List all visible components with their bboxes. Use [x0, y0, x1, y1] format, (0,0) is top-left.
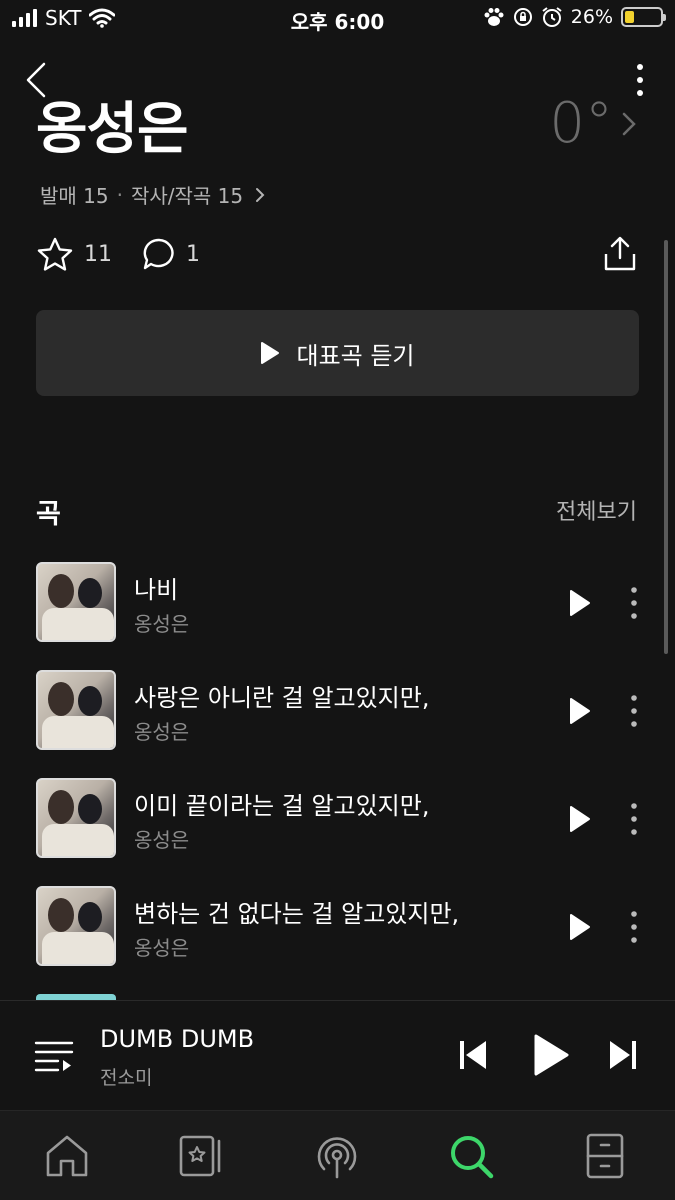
- comment-icon: [143, 238, 174, 270]
- song-list: 나비 옹성은 사랑은 아니란 걸 알고있지만, 옹성은 이미 끝이라는 걸 알고있지만,…: [36, 562, 639, 994]
- song-artist: 옹성은: [134, 828, 190, 852]
- play-icon: [261, 342, 280, 364]
- artist-stats: 11 1: [36, 236, 230, 272]
- now-playing-artist: 전소미: [100, 1067, 153, 1089]
- alarm-icon: [542, 7, 562, 27]
- mini-player[interactable]: DUMB DUMB 전소미: [0, 1000, 675, 1110]
- play-icon[interactable]: [568, 588, 592, 618]
- song-row[interactable]: 나비옹성은: [36, 562, 639, 670]
- like-button[interactable]: 11: [36, 236, 112, 272]
- podcast-icon[interactable]: [312, 1131, 362, 1181]
- status-bar: SKT 오후 6:00 26%: [0, 0, 675, 40]
- artist-name: 옹성은: [36, 97, 189, 162]
- song-artist: 옹성은: [134, 720, 190, 744]
- songs-section-title: 곡: [36, 499, 61, 530]
- bottom-tab-bar: [0, 1110, 675, 1200]
- song-title: 변하는 건 없다는 걸 알고있지만,: [134, 900, 460, 928]
- temperature-value: 0°: [549, 91, 613, 156]
- rotation-lock-icon: [513, 8, 532, 26]
- artist-meta-link[interactable]: 발매 15 · 작사/작곡 15: [40, 180, 265, 209]
- credit-count: 작사/작곡 15: [130, 184, 244, 208]
- play-icon[interactable]: [568, 804, 592, 834]
- album-thumbnail[interactable]: [36, 670, 116, 750]
- previous-track-icon[interactable]: [458, 1039, 488, 1071]
- chevron-right-icon: [622, 112, 636, 136]
- release-count: 발매 15: [40, 184, 109, 208]
- play-top-songs-label: 대표곡 듣기: [296, 341, 415, 370]
- song-row[interactable]: 이미 끝이라는 걸 알고있지만, 옹성은: [36, 778, 639, 886]
- next-track-icon[interactable]: [608, 1039, 638, 1071]
- chevron-right-icon: [256, 187, 265, 202]
- play-top-songs-button[interactable]: 대표곡 듣기: [36, 310, 639, 396]
- song-title: 이미 끝이라는 걸 알고있지만,: [134, 792, 430, 820]
- share-icon[interactable]: [603, 236, 637, 272]
- locker-icon[interactable]: [580, 1131, 630, 1181]
- comment-button[interactable]: 1: [142, 237, 200, 271]
- search-icon[interactable]: [446, 1131, 496, 1181]
- more-vertical-icon[interactable]: [630, 910, 638, 944]
- battery-icon: [621, 7, 666, 27]
- more-vertical-icon[interactable]: [630, 694, 638, 728]
- song-artist: 옹성은: [134, 612, 190, 636]
- more-vertical-icon[interactable]: [630, 586, 638, 620]
- scrollbar[interactable]: [664, 240, 668, 654]
- temperature-link[interactable]: 0°: [549, 96, 637, 152]
- home-icon[interactable]: [42, 1131, 92, 1181]
- song-title: 사랑은 아니란 걸 알고있지만,: [134, 684, 430, 712]
- meta-separator: ·: [116, 182, 123, 207]
- star-icon: [37, 237, 73, 271]
- more-vertical-icon[interactable]: [630, 802, 638, 836]
- see-all-link[interactable]: 전체보기: [556, 494, 637, 526]
- play-icon[interactable]: [568, 696, 592, 726]
- battery-fill: [625, 11, 634, 23]
- song-artist: 옹성은: [134, 936, 190, 960]
- album-thumbnail[interactable]: [36, 562, 116, 642]
- status-right: 26%: [483, 6, 666, 28]
- song-row[interactable]: 사랑은 아니란 걸 알고있지만, 옹성은: [36, 670, 639, 778]
- album-thumbnail[interactable]: [36, 778, 116, 858]
- play-icon[interactable]: [532, 1033, 570, 1077]
- play-icon[interactable]: [568, 912, 592, 942]
- playlist-queue-icon[interactable]: [34, 1039, 74, 1073]
- now-playing-title: DUMB DUMB: [100, 1025, 255, 1053]
- comment-count: 1: [186, 241, 200, 267]
- song-title: 나비: [134, 576, 179, 604]
- like-count: 11: [84, 241, 112, 267]
- battery-percent: 26%: [570, 6, 613, 28]
- album-thumbnail[interactable]: [36, 886, 116, 966]
- library-icon[interactable]: [176, 1131, 226, 1181]
- paw-icon: [484, 8, 504, 26]
- song-row[interactable]: 변하는 건 없다는 걸 알고있지만, 옹성은: [36, 886, 639, 994]
